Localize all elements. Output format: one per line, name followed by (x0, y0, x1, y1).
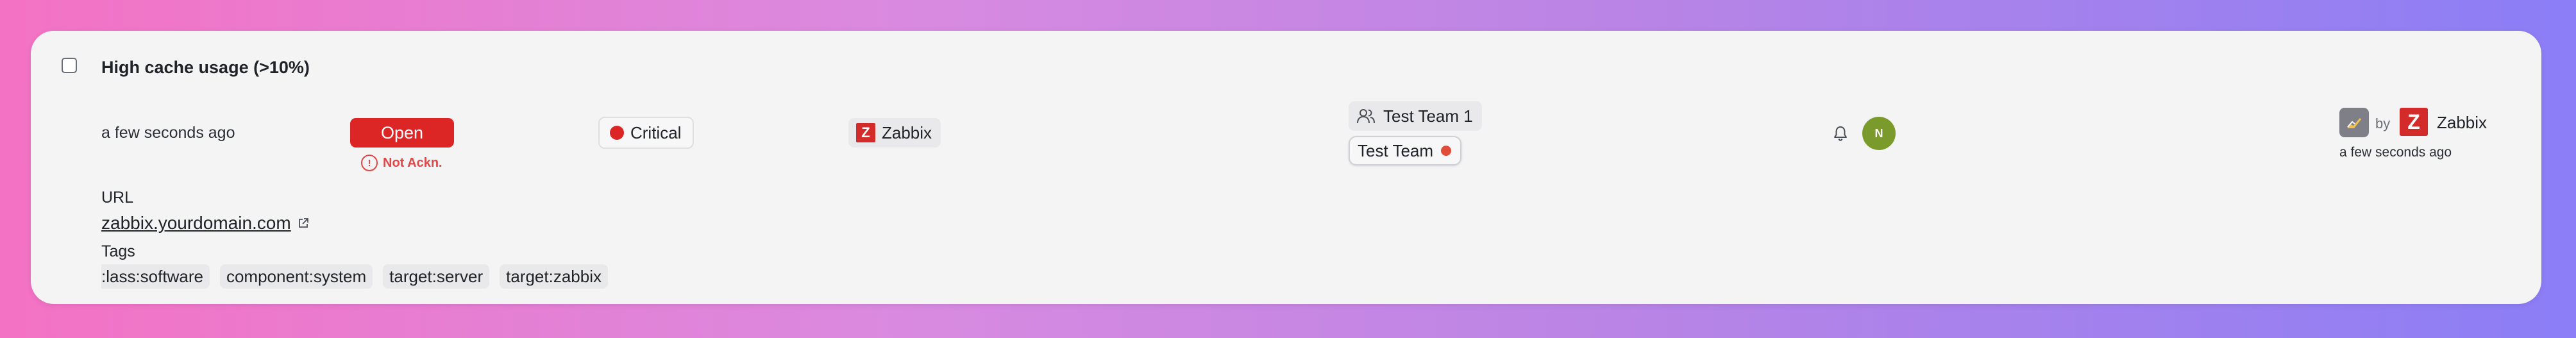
alert-card[interactable]: High cache usage (>10%) a few seconds ag… (31, 31, 2541, 304)
external-link-icon[interactable] (298, 217, 309, 229)
bell-icon[interactable] (1831, 124, 1849, 142)
robot-user-icon (2339, 108, 2369, 137)
team-badge-1[interactable]: Test Team 1 (1349, 101, 1482, 131)
tags-list: :lass:software component:system target:s… (101, 264, 608, 289)
url-link[interactable]: zabbix.yourdomain.com (101, 213, 309, 233)
alert-time: a few seconds ago (101, 124, 235, 142)
tag-chip[interactable]: target:zabbix (500, 264, 608, 289)
updated-time: a few seconds ago (2339, 145, 2452, 160)
tags-label: Tags (101, 242, 135, 260)
status-button[interactable]: Open (350, 118, 454, 148)
url-value[interactable]: zabbix.yourdomain.com (101, 213, 291, 233)
tag-chip[interactable]: target:server (383, 264, 490, 289)
team-label-2: Test Team (1358, 140, 1434, 160)
zabbix-logo-icon: Z (2400, 108, 2428, 136)
severity-label: Critical (630, 123, 682, 142)
updated-by-prefix: by (2375, 115, 2391, 131)
updated-by-name: Zabbix (2437, 113, 2488, 132)
url-label: URL (101, 189, 134, 207)
zabbix-logo-icon: Z (856, 123, 875, 142)
alert-circle-icon: ! (361, 155, 378, 171)
tag-chip[interactable]: :lass:software (101, 264, 210, 289)
team-status-dot-icon (1441, 146, 1452, 156)
ack-status-label: Not Ackn. (383, 155, 442, 170)
tag-chip[interactable]: component:system (219, 264, 373, 289)
select-checkbox[interactable] (62, 58, 77, 73)
severity-dot-icon (610, 126, 624, 140)
alert-title[interactable]: High cache usage (>10%) (101, 58, 310, 78)
integration-label: Zabbix (882, 123, 932, 142)
users-icon (1357, 109, 1375, 124)
team-badge-2[interactable]: Test Team (1349, 136, 1462, 165)
integration-badge[interactable]: Z Zabbix (848, 118, 941, 148)
ack-status: ! Not Ackn. (361, 155, 442, 171)
team-label-1: Test Team 1 (1383, 106, 1473, 126)
responder-avatar[interactable]: N (1862, 117, 1896, 150)
severity-badge[interactable]: Critical (598, 117, 695, 149)
